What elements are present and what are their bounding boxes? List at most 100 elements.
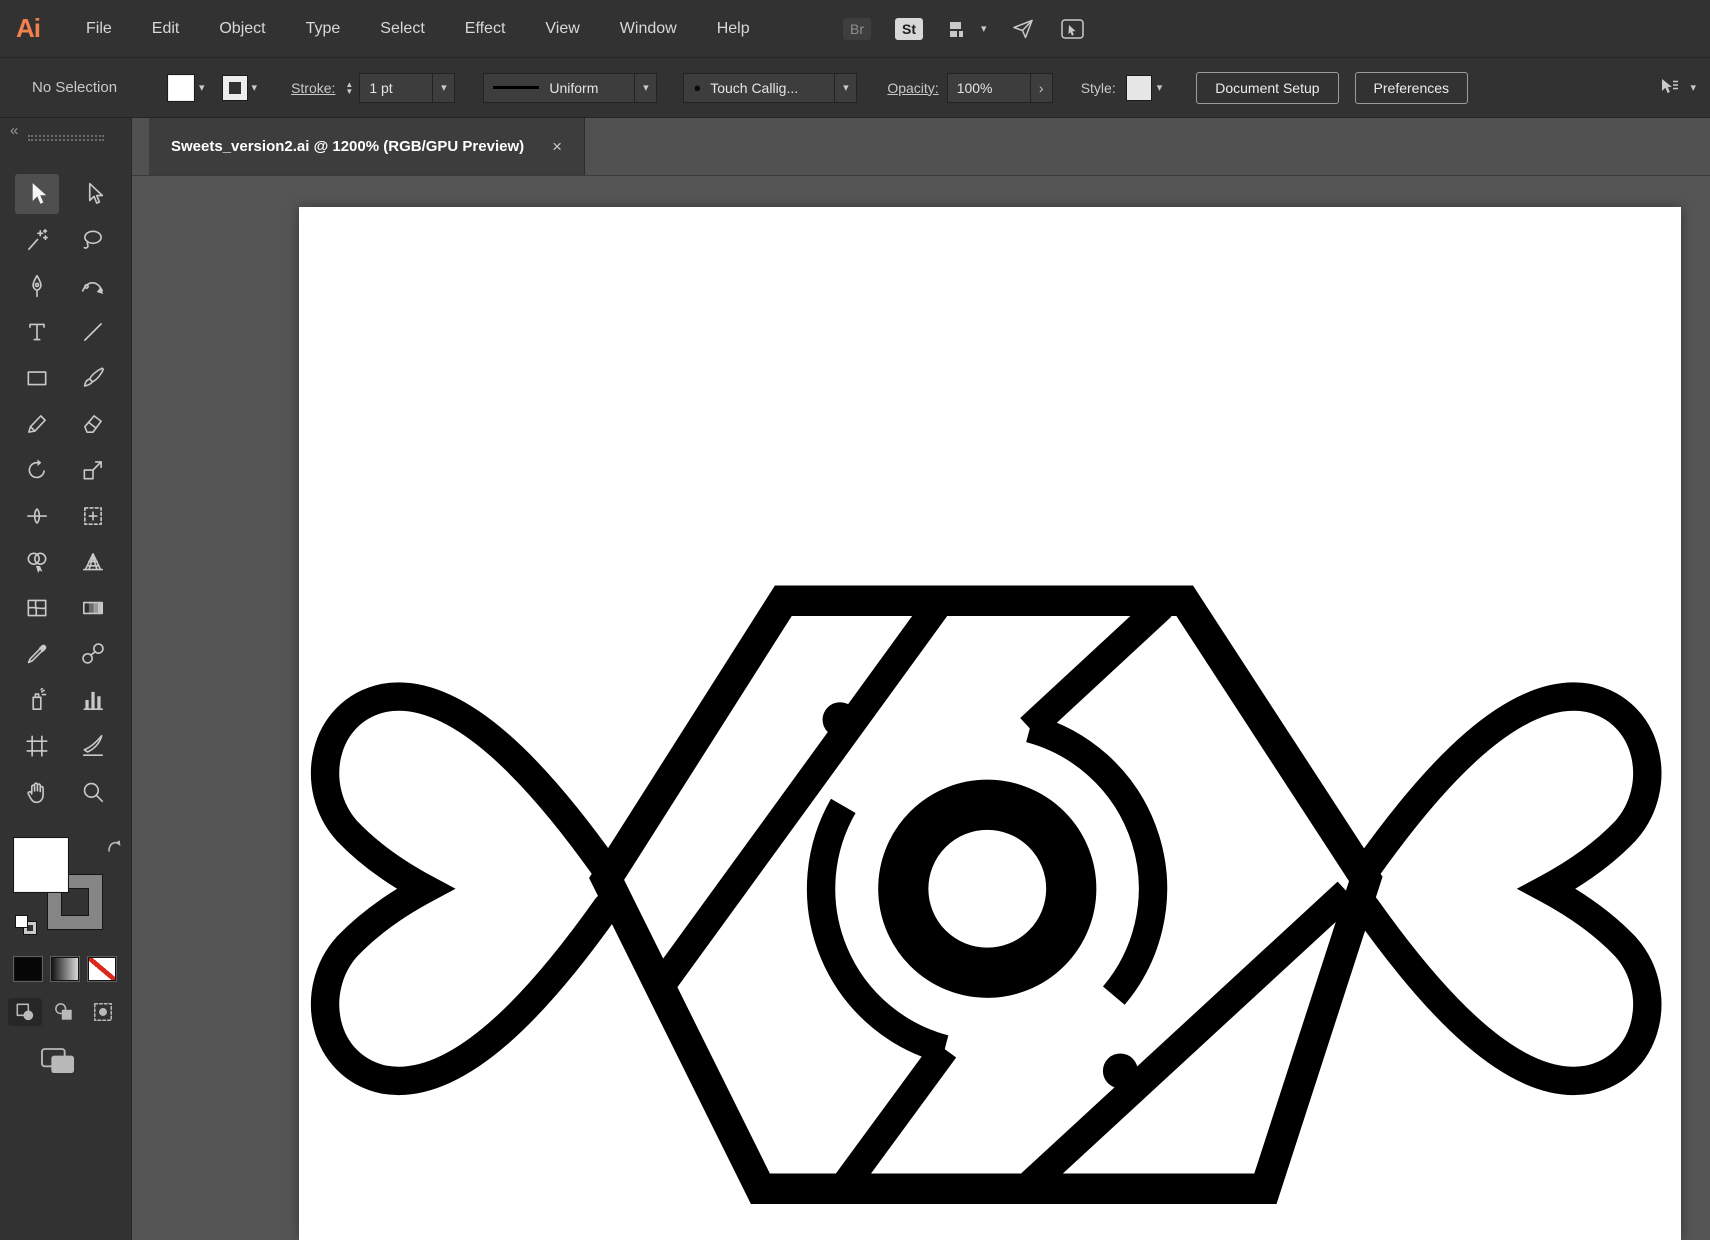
brush-definition-dropdown[interactable]: ▾	[835, 72, 858, 103]
menu-edit[interactable]: Edit	[152, 20, 180, 38]
tool-grid	[9, 171, 121, 815]
blend-tool[interactable]	[71, 634, 115, 674]
default-fill-stroke-button[interactable]	[15, 915, 38, 936]
workspace-switcher[interactable]: ▾	[947, 17, 987, 41]
band-stub-upper-right[interactable]	[1020, 595, 1172, 739]
eyedropper-tool[interactable]	[15, 634, 59, 674]
brush-definition-select[interactable]: ● Touch Callig...	[683, 72, 836, 103]
draw-behind-mode[interactable]	[47, 998, 81, 1026]
width-tool[interactable]	[15, 496, 59, 536]
stroke-weight-dropdown[interactable]: ▾	[433, 72, 456, 103]
hand-tool[interactable]	[15, 772, 59, 812]
touch-workspace-button[interactable]	[1059, 17, 1086, 41]
width-profile-value: Uniform	[549, 79, 599, 96]
share-button[interactable]	[1011, 17, 1035, 41]
select-similar-icon	[1662, 78, 1679, 93]
zoom-tool[interactable]	[71, 772, 115, 812]
pasteboard[interactable]	[132, 176, 1710, 1240]
chevron-down-icon: ▾	[441, 82, 447, 94]
draw-normal-mode[interactable]	[8, 998, 42, 1026]
candy-dot-bottom[interactable]	[1102, 1053, 1138, 1089]
rectangle-tool[interactable]	[15, 358, 59, 398]
color-button[interactable]	[14, 957, 42, 981]
document-setup-button[interactable]: Document Setup	[1196, 71, 1339, 104]
menu-file[interactable]: File	[86, 20, 112, 38]
none-button[interactable]	[88, 957, 116, 981]
selection-tool[interactable]	[15, 174, 59, 214]
free-transform-tool[interactable]	[71, 496, 115, 536]
column-graph-tool[interactable]	[71, 680, 115, 720]
opacity-input[interactable]: 100%	[946, 72, 1031, 103]
candy-wrapper-left-bow[interactable]	[310, 682, 621, 1096]
candy-artwork[interactable]	[299, 207, 1681, 1240]
width-profile-dropdown[interactable]: ▾	[635, 72, 658, 103]
stroke-weight-label[interactable]: Stroke:	[291, 80, 335, 96]
mesh-tool[interactable]	[15, 588, 59, 628]
fill-proxy-swatch[interactable]	[13, 837, 69, 893]
rotate-tool[interactable]	[15, 450, 59, 490]
candy-dot-top[interactable]	[822, 702, 858, 738]
stroke-weight-stepper[interactable]: ▲ ▼	[345, 80, 353, 95]
menu-effect[interactable]: Effect	[465, 20, 506, 38]
stroke-weight-input[interactable]: 1 pt	[359, 72, 434, 103]
gradient-button[interactable]	[51, 957, 79, 981]
band-stub-lower-left[interactable]	[834, 1040, 957, 1193]
symbol-sprayer-tool[interactable]	[15, 680, 59, 720]
menu-select[interactable]: Select	[380, 20, 424, 38]
preferences-button[interactable]: Preferences	[1354, 71, 1469, 104]
opacity-label[interactable]: Opacity:	[887, 80, 938, 96]
draw-inside-mode[interactable]	[86, 998, 120, 1026]
lasso-tool[interactable]	[71, 220, 115, 260]
brush-definition-value: Touch Callig...	[710, 79, 799, 96]
stock-badge[interactable]: St	[895, 17, 923, 40]
panel-grip[interactable]	[28, 135, 104, 137]
artboard-tool[interactable]	[15, 726, 59, 766]
magic-wand-tool[interactable]	[15, 220, 59, 260]
pen-tool[interactable]	[15, 266, 59, 306]
change-screen-mode-button[interactable]	[38, 1045, 78, 1077]
line-segment-tool[interactable]	[71, 312, 115, 352]
stroke-preview-line	[493, 86, 540, 89]
style-swatch[interactable]	[1125, 74, 1152, 101]
width-profile-select[interactable]: Uniform	[483, 72, 636, 103]
slice-tool[interactable]	[71, 726, 115, 766]
pencil-tool[interactable]	[15, 404, 59, 444]
stroke-color-swatch[interactable]	[221, 74, 248, 101]
style-chevron-down-icon[interactable]: ▾	[1157, 81, 1163, 94]
bridge-badge[interactable]: Br	[843, 17, 871, 40]
gradient-tool[interactable]	[71, 588, 115, 628]
paintbrush-tool[interactable]	[71, 358, 115, 398]
menu-bar-right: Br St ▾	[843, 0, 1086, 57]
menu-type[interactable]: Type	[306, 20, 341, 38]
eraser-tool[interactable]	[71, 404, 115, 444]
menu-view[interactable]: View	[545, 20, 579, 38]
lasso-icon	[83, 230, 102, 249]
close-tab-icon[interactable]: ×	[552, 137, 562, 157]
hand-icon	[27, 782, 44, 804]
menu-window[interactable]: Window	[620, 20, 677, 38]
fill-color-swatch[interactable]	[167, 73, 195, 102]
menu-object[interactable]: Object	[219, 20, 265, 38]
curvature-tool[interactable]	[71, 266, 115, 306]
type-icon	[29, 323, 45, 341]
artboard[interactable]	[299, 207, 1681, 1240]
document-tab[interactable]: Sweets_version2.ai @ 1200% (RGB/GPU Prev…	[149, 118, 586, 175]
perspective-grid-tool[interactable]	[71, 542, 115, 582]
candy-wrapper-right-bow[interactable]	[1351, 682, 1662, 1096]
panel-grip-2[interactable]	[28, 139, 104, 141]
menu-help[interactable]: Help	[717, 20, 750, 38]
opacity-flyout-arrow[interactable]: ›	[1030, 72, 1053, 103]
collapse-panel-button[interactable]: «	[10, 122, 18, 139]
blend-icon	[82, 643, 104, 664]
swap-fill-stroke-button[interactable]	[106, 838, 124, 856]
stepper-down-icon[interactable]: ▼	[345, 87, 353, 95]
swap-arrows-icon	[108, 840, 121, 852]
stroke-chevron-down-icon[interactable]: ▾	[252, 81, 258, 94]
type-tool[interactable]	[15, 312, 59, 352]
select-similar-control[interactable]: ▾	[1657, 76, 1696, 100]
shape-builder-tool[interactable]	[15, 542, 59, 582]
candy-center-ring[interactable]	[878, 779, 1097, 998]
fill-chevron-down-icon[interactable]: ▾	[199, 81, 205, 94]
direct-selection-tool[interactable]	[71, 174, 115, 214]
scale-tool[interactable]	[71, 450, 115, 490]
